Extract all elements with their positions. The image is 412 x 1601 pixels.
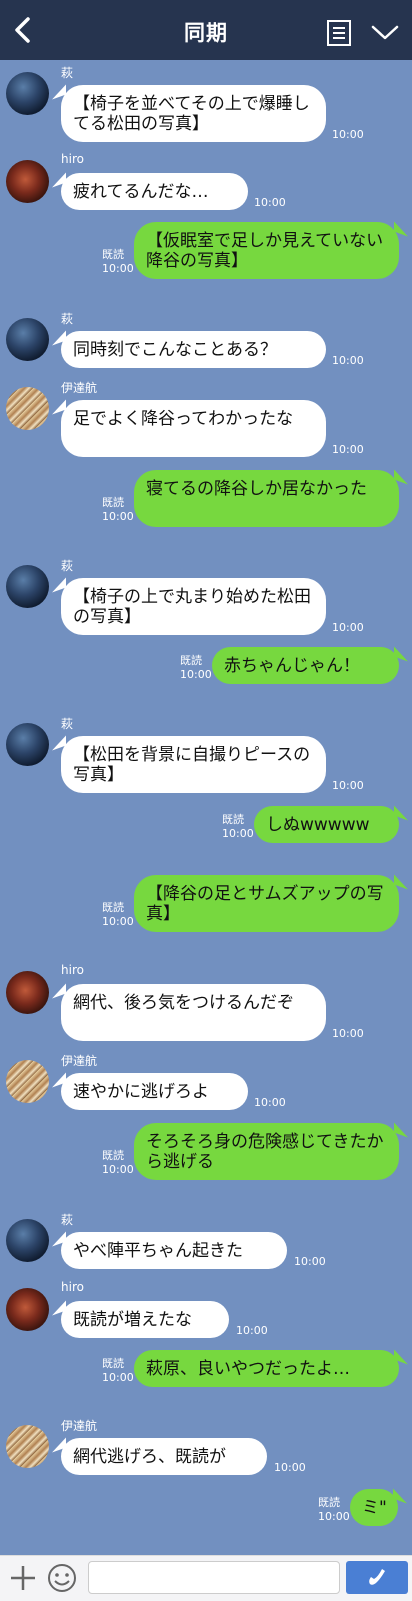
- sender-name: 萩: [61, 66, 74, 80]
- message-bubble[interactable]: 網代、後ろ気をつけるんだぞ: [61, 984, 326, 1041]
- message-time: 10:00: [180, 668, 212, 681]
- sender-name: 萩: [61, 312, 74, 326]
- message-time: 10:00: [254, 196, 286, 209]
- message-bubble[interactable]: 【松田を背景に自撮りピースの写真】: [61, 736, 326, 793]
- message-time: 10:00: [102, 262, 134, 275]
- message-bubble[interactable]: 【仮眠室で足しか見えていない降谷の写真】: [134, 222, 399, 279]
- message-time: 10:00: [332, 779, 364, 792]
- message-time: 10:00: [236, 1324, 268, 1337]
- read-receipt: 既読: [180, 654, 202, 667]
- avatar[interactable]: [6, 160, 49, 203]
- message-time: 10:00: [332, 621, 364, 634]
- message-time: 10:00: [102, 1163, 134, 1176]
- avatar[interactable]: [6, 971, 49, 1014]
- message-bubble[interactable]: 疲れてるんだな…: [61, 173, 248, 210]
- call-button[interactable]: [346, 1561, 408, 1594]
- sender-name: 伊達航: [61, 1054, 98, 1068]
- read-receipt: 既読: [102, 1149, 124, 1162]
- sender-name: hiro: [61, 963, 84, 977]
- sender-name: 萩: [61, 717, 74, 731]
- avatar[interactable]: [6, 72, 49, 115]
- message-time: 10:00: [332, 1027, 364, 1040]
- message-time: 10:00: [318, 1510, 350, 1523]
- read-receipt: 既読: [102, 901, 124, 914]
- avatar[interactable]: [6, 318, 49, 361]
- read-receipt: 既読: [102, 248, 124, 261]
- message-bubble[interactable]: 既読が増えたな: [61, 1301, 229, 1338]
- chat-header: 同期: [0, 0, 412, 60]
- sender-name: 伊達航: [61, 1419, 98, 1433]
- composer-bar: [0, 1555, 412, 1601]
- message-time: 10:00: [274, 1461, 306, 1474]
- message-bubble[interactable]: そろそろ身の危険感じてきたから逃げる: [134, 1123, 399, 1180]
- message-list[interactable]: 萩 【椅子を並べてその上で爆睡してる松田の写真】 10:00 hiro 疲れてる…: [0, 60, 412, 1555]
- message-bubble[interactable]: 網代逃げろ、既読が: [61, 1438, 267, 1475]
- message-time: 10:00: [102, 510, 134, 523]
- message-bubble[interactable]: 【降谷の足とサムズアップの写真】: [134, 875, 399, 932]
- read-receipt: 既読: [102, 496, 124, 509]
- notes-menu-icon[interactable]: [326, 19, 352, 47]
- message-bubble[interactable]: 足でよく降谷ってわかったな: [61, 400, 326, 457]
- message-time: 10:00: [332, 443, 364, 456]
- message-time: 10:00: [222, 827, 254, 840]
- read-receipt: 既読: [222, 813, 244, 826]
- avatar[interactable]: [6, 387, 49, 430]
- message-bubble[interactable]: 同時刻でこんなことある？: [61, 331, 326, 368]
- message-time: 10:00: [332, 128, 364, 141]
- avatar[interactable]: [6, 723, 49, 766]
- message-time: 10:00: [294, 1255, 326, 1268]
- message-time: 10:00: [102, 1371, 134, 1384]
- message-bubble[interactable]: 赤ちゃんじゃん！: [212, 647, 399, 684]
- avatar[interactable]: [6, 1060, 49, 1103]
- read-receipt: 既読: [102, 1357, 124, 1370]
- message-bubble[interactable]: ミ": [350, 1489, 398, 1526]
- sender-name: hiro: [61, 152, 84, 166]
- message-bubble[interactable]: しぬwwwww: [254, 806, 399, 843]
- plus-icon[interactable]: [9, 1564, 37, 1592]
- sender-name: 萩: [61, 559, 74, 573]
- avatar[interactable]: [6, 565, 49, 608]
- message-bubble[interactable]: 【椅子の上で丸まり始めた松田の写真】: [61, 578, 326, 635]
- message-bubble[interactable]: 萩原、良いやつだったよ…: [134, 1350, 399, 1387]
- phone-icon: [369, 1569, 385, 1585]
- message-input[interactable]: [88, 1561, 340, 1594]
- message-time: 10:00: [332, 354, 364, 367]
- chevron-down-icon[interactable]: [370, 22, 400, 42]
- sender-name: hiro: [61, 1280, 84, 1294]
- emoji-icon[interactable]: [47, 1563, 77, 1593]
- message-bubble[interactable]: 寝てるの降谷しか居なかった: [134, 470, 399, 527]
- avatar[interactable]: [6, 1288, 49, 1331]
- message-bubble[interactable]: やべ陣平ちゃん起きた: [61, 1232, 287, 1269]
- message-bubble[interactable]: 【椅子を並べてその上で爆睡してる松田の写真】: [61, 85, 326, 142]
- message-bubble[interactable]: 速やかに逃げろよ: [61, 1073, 248, 1110]
- sender-name: 萩: [61, 1213, 74, 1227]
- message-time: 10:00: [254, 1096, 286, 1109]
- avatar[interactable]: [6, 1425, 49, 1468]
- message-time: 10:00: [102, 915, 134, 928]
- avatar[interactable]: [6, 1219, 49, 1262]
- sender-name: 伊達航: [61, 381, 98, 395]
- read-receipt: 既読: [318, 1496, 340, 1509]
